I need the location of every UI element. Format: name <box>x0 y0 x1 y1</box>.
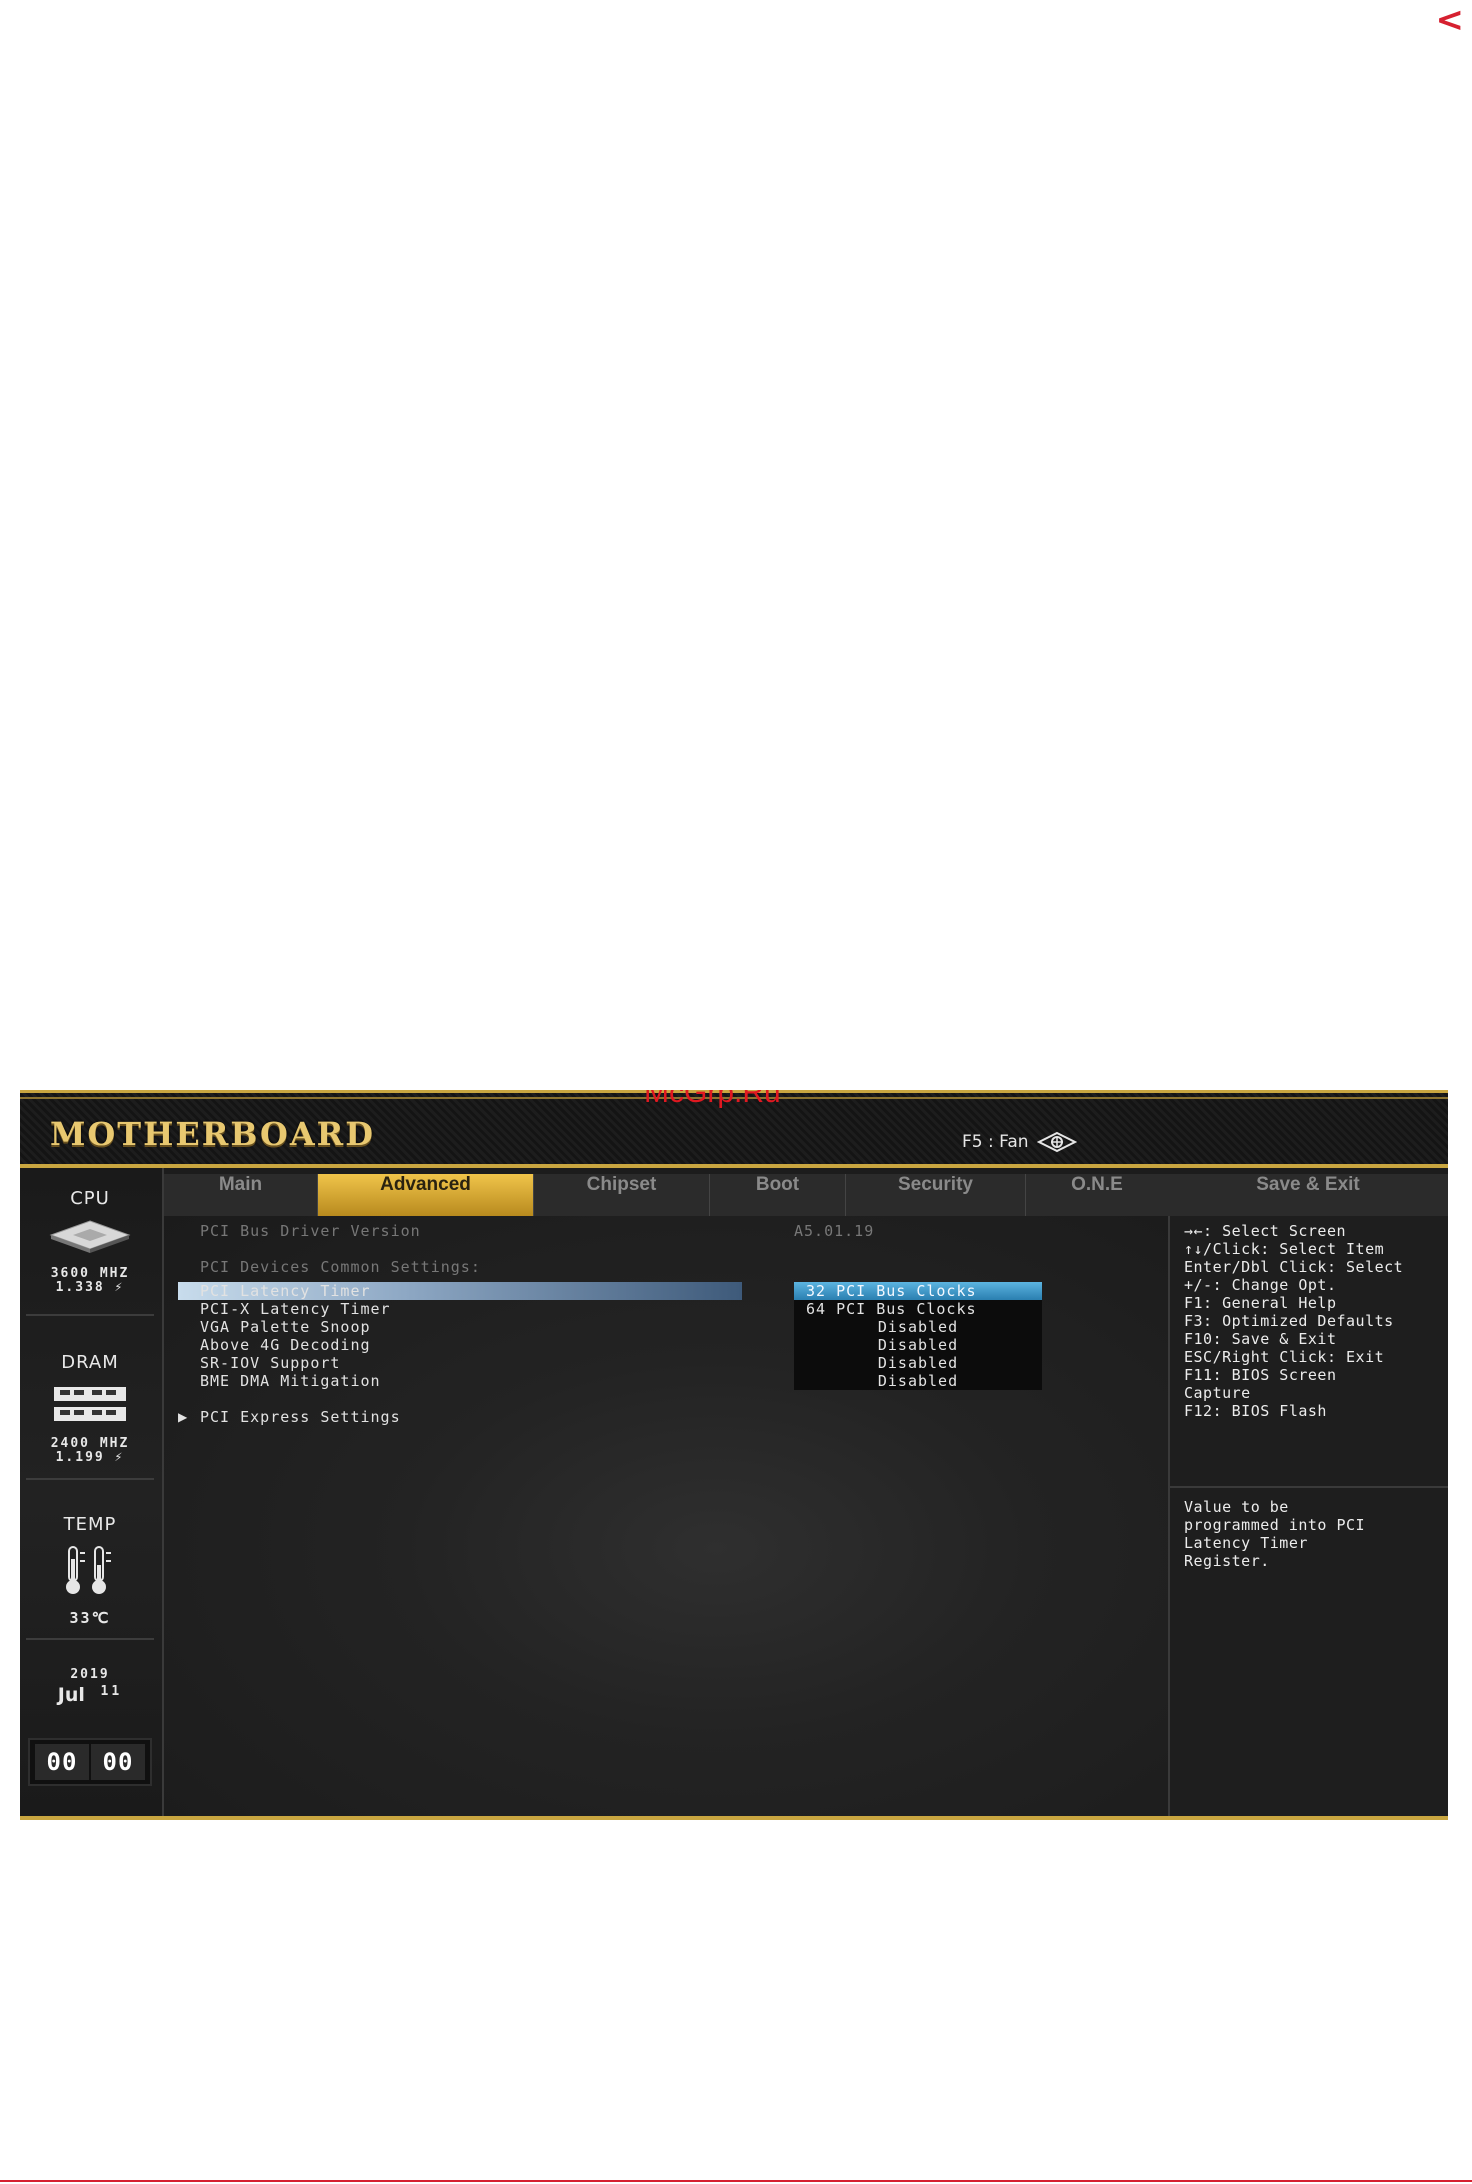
tab-save-exit[interactable]: Save & Exit <box>1168 1174 1448 1216</box>
bios-screen: MOTHERBOARD F5 : Fan McGrp.Ru CPU 3600 M… <box>20 1090 1448 1820</box>
dram-block: DRAM 2400 MHZ 1.199 ⚡ <box>20 1352 160 1465</box>
temp-value: 33℃ <box>69 1609 111 1627</box>
submenu-arrow-icon: ▶ <box>178 1410 188 1424</box>
submenu-pci-express-settings[interactable]: PCI Express Settings <box>200 1408 401 1426</box>
clock-minutes: 00 <box>91 1744 145 1780</box>
help-key-line: Enter/Dbl Click: Select <box>1184 1258 1404 1276</box>
date-month: Jul <box>57 1684 85 1706</box>
setting-vga-palette-snoop[interactable]: VGA Palette Snoop <box>200 1318 371 1336</box>
value-bme-dma-mitigation[interactable]: Disabled <box>794 1372 1042 1390</box>
help-key-line: F1: General Help <box>1184 1294 1337 1312</box>
tab-bar: Main Advanced Chipset Boot Security O.N.… <box>164 1174 1168 1216</box>
date-year: 2019 <box>70 1667 110 1682</box>
cpu-frequency: 3600 MHZ <box>50 1266 130 1281</box>
help-description-line: Value to be <box>1184 1498 1289 1516</box>
sidebar-divider <box>26 1638 154 1640</box>
tab-main[interactable]: Main <box>164 1174 318 1216</box>
sidebar-divider <box>26 1314 154 1316</box>
help-key-line: ESC/Right Click: Exit <box>1184 1348 1385 1366</box>
help-key-line: ↑↓/Click: Select Item <box>1184 1240 1385 1258</box>
cpu-voltage: 1.338 ⚡ <box>55 1280 125 1295</box>
dram-title: DRAM <box>61 1352 119 1373</box>
temp-block: TEMP 33℃ <box>20 1514 160 1627</box>
tab-advanced[interactable]: Advanced <box>318 1174 534 1216</box>
setting-pcix-latency-timer[interactable]: PCI-X Latency Timer <box>200 1300 391 1318</box>
temp-title: TEMP <box>63 1514 117 1535</box>
help-key-line: +/-: Change Opt. <box>1184 1276 1337 1294</box>
help-panel: →←: Select Screen ↑↓/Click: Select Item … <box>1168 1216 1448 1820</box>
value-pci-latency-timer[interactable]: 32 PCI Bus Clocks <box>794 1282 1042 1300</box>
value-vga-palette-snoop[interactable]: Disabled <box>794 1318 1042 1336</box>
value-pcix-latency-timer[interactable]: 64 PCI Bus Clocks <box>794 1300 1042 1318</box>
tab-one[interactable]: O.N.E <box>1026 1174 1168 1216</box>
cpu-block: CPU 3600 MHZ 1.338 ⚡ <box>20 1188 160 1295</box>
page-footer-rule <box>0 2180 1472 2182</box>
dram-frequency: 2400 MHZ <box>50 1436 130 1451</box>
help-description-line: Register. <box>1184 1552 1270 1570</box>
settings-panel: PCI Bus Driver Version A5.01.19 PCI Devi… <box>164 1216 1168 1820</box>
help-divider <box>1170 1486 1448 1488</box>
sidebar-divider <box>26 1478 154 1480</box>
setting-bme-dma-mitigation[interactable]: BME DMA Mitigation <box>200 1372 381 1390</box>
tab-boot[interactable]: Boot <box>710 1174 846 1216</box>
fan-icon <box>1036 1131 1077 1153</box>
dram-voltage: 1.199 ⚡ <box>55 1450 125 1465</box>
date-day: 11 <box>100 1684 123 1699</box>
setting-above-4g-decoding[interactable]: Above 4G Decoding <box>200 1336 371 1354</box>
help-key-line: →←: Select Screen <box>1184 1222 1347 1240</box>
cpu-chip-icon <box>49 1220 131 1253</box>
help-description-line: programmed into PCI <box>1184 1516 1366 1534</box>
driver-version-label: PCI Bus Driver Version <box>200 1222 421 1240</box>
tab-chipset[interactable]: Chipset <box>534 1174 710 1216</box>
page-nav-arrow[interactable]: < <box>1436 0 1465 40</box>
status-sidebar: CPU 3600 MHZ 1.338 ⚡ DRAM 2400 MHZ 1.199… <box>20 1168 164 1820</box>
setting-sriov-support[interactable]: SR-IOV Support <box>200 1354 340 1372</box>
thermometer-icon <box>66 1546 111 1594</box>
dram-module-icon <box>54 1387 126 1421</box>
value-sriov-support[interactable]: Disabled <box>794 1354 1042 1372</box>
driver-version-value: A5.01.19 <box>794 1222 875 1240</box>
setting-pci-latency-timer[interactable]: PCI Latency Timer <box>200 1282 371 1300</box>
help-key-line: F11: BIOS Screen <box>1184 1366 1337 1384</box>
tab-security[interactable]: Security <box>846 1174 1026 1216</box>
help-description-line: Latency Timer <box>1184 1534 1308 1552</box>
help-key-line: Capture <box>1184 1384 1251 1402</box>
help-key-line: F10: Save & Exit <box>1184 1330 1337 1348</box>
cpu-title: CPU <box>70 1188 110 1209</box>
help-key-line: F12: BIOS Flash <box>1184 1402 1327 1420</box>
date-block: 2019 Jul 11 <box>20 1667 160 1707</box>
fan-button[interactable]: F5 : Fan <box>962 1131 1077 1153</box>
value-above-4g-decoding[interactable]: Disabled <box>794 1336 1042 1354</box>
clock-display: 00 00 <box>28 1738 152 1786</box>
bottom-accent-bar <box>20 1816 1448 1820</box>
watermark-text: McGrp.Ru <box>644 1090 781 1109</box>
help-key-line: F3: Optimized Defaults <box>1184 1312 1394 1330</box>
brand-logo: MOTHERBOARD <box>50 1115 376 1153</box>
common-settings-header: PCI Devices Common Settings: <box>200 1258 481 1276</box>
clock-hours: 00 <box>35 1744 89 1780</box>
fan-label: F5 : Fan <box>962 1132 1029 1152</box>
